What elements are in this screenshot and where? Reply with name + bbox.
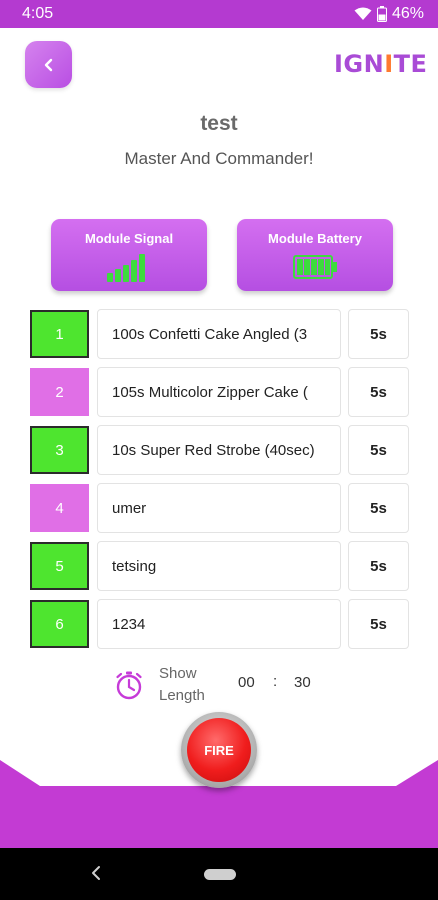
- back-button[interactable]: [25, 41, 72, 88]
- signal-bar: [107, 273, 113, 282]
- signal-bar: [123, 265, 129, 282]
- nav-back-icon[interactable]: [90, 864, 102, 882]
- stopwatch-icon: [116, 671, 142, 700]
- cue-name-field[interactable]: 100s Confetti Cake Angled (3: [97, 309, 341, 359]
- show-length-label: Show Length: [159, 665, 205, 704]
- show-length-separator: :: [273, 673, 278, 690]
- show-length: Show Length 00 : 30: [114, 662, 334, 708]
- signal-bar: [115, 269, 121, 282]
- signal-bars-icon: [107, 252, 151, 282]
- cue-row: 5 tetsing 5s: [30, 541, 410, 591]
- status-battery-percent: 46%: [391, 5, 424, 22]
- cue-number-button[interactable]: 1: [30, 310, 89, 358]
- cue-duration-field[interactable]: 5s: [348, 541, 409, 591]
- cue-row: 3 10s Super Red Strobe (40sec) 5s: [30, 425, 410, 475]
- cue-duration-field[interactable]: 5s: [348, 425, 409, 475]
- battery-level-icon: [293, 255, 337, 279]
- chevron-left-icon: [44, 58, 52, 71]
- system-nav-bar: [0, 848, 438, 900]
- cue-name-field[interactable]: 1234: [97, 599, 341, 649]
- module-signal-label: Module Signal: [84, 231, 174, 246]
- fire-button-label: FIRE: [187, 718, 251, 782]
- cue-number-button[interactable]: 4: [30, 484, 89, 532]
- cue-name-field[interactable]: umer: [97, 483, 341, 533]
- logo-text-right: TE: [393, 50, 428, 78]
- show-length-seconds[interactable]: 30: [294, 674, 311, 691]
- cue-number-button[interactable]: 3: [30, 426, 89, 474]
- cue-name-field[interactable]: 10s Super Red Strobe (40sec): [97, 425, 341, 475]
- show-title: test: [200, 112, 238, 135]
- cue-duration-field[interactable]: 5s: [348, 599, 409, 649]
- cue-name-field[interactable]: 105s Multicolor Zipper Cake (: [97, 367, 341, 417]
- signal-bar: [131, 260, 137, 282]
- logo-text-accent: I: [384, 50, 394, 78]
- cue-number-button[interactable]: 5: [30, 542, 89, 590]
- module-battery-card[interactable]: Module Battery: [237, 219, 393, 291]
- wifi-icon: [354, 7, 372, 20]
- battery-status-icon: [376, 6, 387, 22]
- signal-bar: [139, 254, 145, 282]
- cue-name-field[interactable]: tetsing: [97, 541, 341, 591]
- show-subtitle: Master And Commander!: [124, 149, 314, 168]
- show-length-minutes[interactable]: 00: [238, 674, 255, 691]
- app-logo: IGNITE: [334, 50, 428, 82]
- cue-duration-field[interactable]: 5s: [348, 483, 409, 533]
- cue-row: 1 100s Confetti Cake Angled (3 5s: [30, 309, 410, 359]
- status-icons: 46%: [354, 5, 424, 23]
- module-battery-label: Module Battery: [268, 231, 362, 246]
- status-time: 4:05: [22, 5, 54, 22]
- cue-row: 6 1234 5s: [30, 599, 410, 649]
- cue-row: 4 umer 5s: [30, 483, 410, 533]
- status-bar: 4:05 46%: [0, 0, 438, 28]
- cue-row: 2 105s Multicolor Zipper Cake ( 5s: [30, 367, 410, 417]
- module-signal-card[interactable]: Module Signal: [51, 219, 207, 291]
- fire-button[interactable]: FIRE: [181, 712, 257, 788]
- cue-duration-field[interactable]: 5s: [348, 309, 409, 359]
- cue-number-button[interactable]: 2: [30, 368, 89, 416]
- cue-duration-field[interactable]: 5s: [348, 367, 409, 417]
- logo-text-left: IGN: [334, 50, 385, 78]
- cue-number-button[interactable]: 6: [30, 600, 89, 648]
- nav-home-pill[interactable]: [204, 869, 236, 880]
